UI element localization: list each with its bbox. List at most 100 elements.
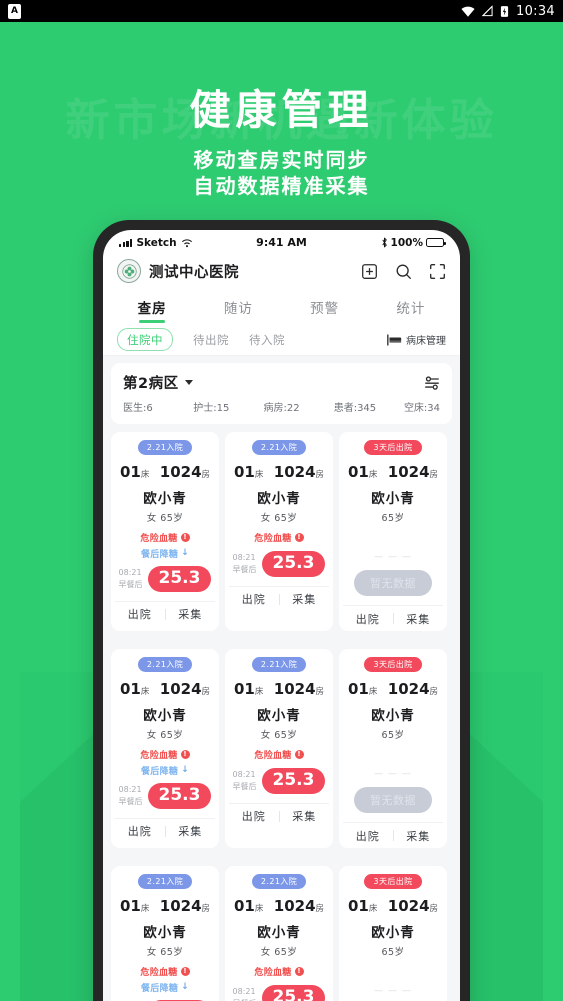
patient-status-badge: 3天后出院 <box>364 874 422 889</box>
patient-meta: 65岁 <box>381 513 405 524</box>
patient-card[interactable]: 2.21入院01床 1024房欧小青女 65岁危险血糖!08:21早餐后25.3… <box>225 432 333 631</box>
patient-name: 欧小青 <box>371 491 415 507</box>
patient-card[interactable]: 3天后出院01床 1024房欧小青65岁— — —暂无数据出院采集 <box>339 649 447 848</box>
patient-name: 欧小青 <box>371 925 415 941</box>
filter-chip-pending-admission[interactable]: 待入院 <box>249 332 285 348</box>
patient-name: 欧小青 <box>371 708 415 724</box>
patient-name: 欧小青 <box>257 708 301 724</box>
patient-card[interactable]: 2.21入院01床 1024房欧小青女 65岁危险血糖!餐后降糖↓08:21早餐… <box>111 866 219 1001</box>
patient-card[interactable]: 3天后出院01床 1024房欧小青65岁— — —暂无数据出院采集 <box>339 866 447 1001</box>
discharge-button[interactable]: 出院 <box>229 591 279 607</box>
ios-clock: 9:41 AM <box>256 236 307 249</box>
patient-status-badge: 2.21入院 <box>137 657 193 672</box>
collect-button[interactable]: 采集 <box>394 611 444 627</box>
discharge-button[interactable]: 出院 <box>229 808 279 824</box>
android-clock: 10:34 <box>516 3 555 19</box>
arrow-down-icon: ↓ <box>181 548 190 558</box>
filter-chip-inpatient[interactable]: 住院中 <box>117 328 173 351</box>
collect-button[interactable]: 采集 <box>166 606 216 622</box>
patient-meta: 女 65岁 <box>146 513 184 524</box>
discharge-button[interactable]: 出院 <box>115 823 165 839</box>
patient-list-scroll[interactable]: 第2病区 医生:6 护士:15 病房:22 患者:345 空床:34 2.21入… <box>103 356 460 1001</box>
glucose-reading: 08:21早餐后 25.3 <box>233 985 326 1001</box>
patient-tags: 危险血糖! <box>254 965 304 979</box>
collect-button[interactable]: 采集 <box>166 823 216 839</box>
reading-value: 25.3 <box>147 783 212 809</box>
hospital-logo-icon <box>117 259 141 283</box>
battery-charging-icon <box>500 5 509 17</box>
patient-card[interactable]: 3天后出院01床 1024房欧小青65岁— — —暂无数据出院采集 <box>339 432 447 631</box>
patient-status-badge: 2.21入院 <box>251 874 307 889</box>
android-status-right: 10:34 <box>461 4 555 19</box>
patient-meta: 65岁 <box>381 947 405 958</box>
alert-icon: ! <box>294 533 304 542</box>
reading-value: 25.3 <box>261 985 326 1001</box>
patient-card[interactable]: 2.21入院01床 1024房欧小青女 65岁危险血糖!餐后降糖↓08:21早餐… <box>111 432 219 631</box>
chevron-down-icon[interactable] <box>184 380 193 385</box>
wifi-icon <box>461 6 475 17</box>
patient-bed-room: 01床 1024房 <box>347 680 439 698</box>
poster-subtitle-line2: 自动数据精准采集 <box>193 174 370 198</box>
android-status-bar: A 10:34 <box>0 0 563 22</box>
discharge-button[interactable]: 出院 <box>343 611 393 627</box>
android-status-left: A <box>8 3 21 19</box>
patient-status-badge: 3天后出院 <box>364 440 422 455</box>
alert-icon: ! <box>294 750 304 759</box>
signal-icon <box>482 5 493 17</box>
tab-chafang[interactable]: 查房 <box>109 290 195 324</box>
filter-chip-pending-discharge[interactable]: 待出院 <box>193 332 229 348</box>
alert-icon: ! <box>180 533 190 542</box>
battery-icon <box>426 238 446 247</box>
ios-status-bar: Sketch 9:41 AM 100% <box>103 230 460 252</box>
alert-icon: ! <box>294 967 304 976</box>
ward-stat-doctors: 医生:6 <box>123 403 153 414</box>
row-spacer <box>111 637 452 643</box>
patient-card[interactable]: 2.21入院01床 1024房欧小青女 65岁危险血糖!08:21早餐后25.3… <box>225 649 333 848</box>
patient-tag-label: 危险血糖 <box>140 534 178 544</box>
header-actions <box>361 263 446 280</box>
patient-bed-room: 01床 1024房 <box>233 463 325 481</box>
tab-yujing[interactable]: 预警 <box>282 290 368 324</box>
patient-card[interactable]: 2.21入院01床 1024房欧小青女 65岁危险血糖!08:21早餐后25.3… <box>225 866 333 1001</box>
reading-time: 08:21早餐后 <box>232 987 257 1001</box>
reading-time: 08:21早餐后 <box>232 553 257 574</box>
patient-tag-label: 餐后降糖 <box>140 767 179 777</box>
ward-summary-card: 第2病区 医生:6 护士:15 病房:22 患者:345 空床:34 <box>111 363 452 424</box>
reading-value: 25.3 <box>261 768 326 794</box>
scan-icon[interactable] <box>429 263 446 280</box>
patient-bed-room: 01床 1024房 <box>347 897 439 915</box>
reading-time: 08:21早餐后 <box>118 568 143 589</box>
tab-tongji[interactable]: 统计 <box>368 290 454 324</box>
collect-button[interactable]: 采集 <box>280 808 330 824</box>
patient-meta: 女 65岁 <box>260 730 298 741</box>
patient-tag-danger: 危险血糖! <box>140 748 190 761</box>
patient-tag-label: 危险血糖 <box>140 968 178 978</box>
patient-bed-room: 01床 1024房 <box>233 897 325 915</box>
tab-suifang[interactable]: 随访 <box>195 290 281 324</box>
add-icon[interactable] <box>361 263 378 280</box>
patient-card[interactable]: 2.21入院01床 1024房欧小青女 65岁危险血糖!餐后降糖↓08:21早餐… <box>111 649 219 848</box>
glucose-reading: 08:21早餐后25.3 <box>233 768 326 794</box>
collect-button[interactable]: 采集 <box>280 591 330 607</box>
row-spacer <box>111 854 452 860</box>
patient-meta: 女 65岁 <box>260 513 298 524</box>
patient-tag-label: 危险血糖 <box>254 534 292 544</box>
patient-card-grid: 2.21入院 01床 1024房 欧小青女 65岁 危险血糖! 餐后降糖 ↓ 08:21 早餐… <box>111 432 452 1001</box>
collect-button[interactable]: 采集 <box>394 828 444 844</box>
ward-header-row: 第2病区 <box>123 372 440 393</box>
alert-icon: ! <box>180 750 190 759</box>
filter-list-icon[interactable] <box>424 375 440 391</box>
patient-tags: 危险血糖! 餐后降糖 ↓ <box>140 531 190 560</box>
search-icon[interactable] <box>395 263 412 280</box>
discharge-button[interactable]: 出院 <box>115 606 165 622</box>
empty-placeholder: — — — <box>374 986 412 996</box>
empty-placeholder: — — — <box>374 769 412 779</box>
bed-management-button[interactable]: 病床管理 <box>387 332 446 347</box>
patient-tag-danger: 危险血糖! <box>254 748 304 761</box>
patient-card-actions: 出院 采集 <box>229 802 330 829</box>
ward-stat-patients: 患者:345 <box>333 403 377 414</box>
patient-card-actions: 出院 采集 <box>229 585 330 612</box>
patient-tag-label: 危险血糖 <box>254 968 292 978</box>
discharge-button[interactable]: 出院 <box>343 828 393 844</box>
ward-name[interactable]: 第2病区 <box>123 372 179 393</box>
